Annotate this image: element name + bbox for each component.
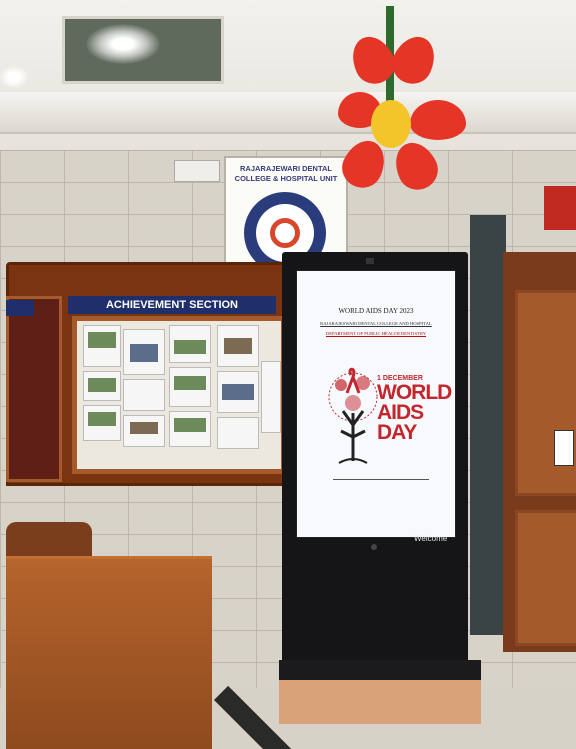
pinned-notice <box>83 371 121 401</box>
notice-board-title: ACHIEVEMENT SECTION <box>68 296 276 314</box>
kiosk-power-button[interactable] <box>371 544 377 550</box>
pinned-notice <box>83 405 121 441</box>
pinned-notice <box>123 379 165 411</box>
ribbon-tree-illustration <box>328 367 378 464</box>
pinned-notice <box>217 371 259 413</box>
photo-scene: RAJARAJEWARI DENTAL COLLEGE & HOSPITAL U… <box>0 0 576 749</box>
notice-board-left-header <box>6 300 34 316</box>
screen-word-world: WORLD <box>377 381 452 404</box>
screen-title: WORLD AIDS DAY 2023 <box>338 307 414 315</box>
wheel-emblem <box>270 218 300 248</box>
ceiling-light-left <box>0 66 28 88</box>
pinned-notice <box>83 325 121 367</box>
pinned-notice <box>123 415 165 447</box>
door-panel-lower <box>515 510 576 646</box>
door-push-sign <box>554 430 574 466</box>
chair-back <box>6 522 92 558</box>
pinned-notice <box>123 329 165 375</box>
pinned-notice <box>261 361 281 433</box>
college-sign-line2: COLLEGE & HOSPITAL UNIT <box>234 174 338 183</box>
pinned-notice <box>169 411 211 447</box>
college-sign-line1: RAJARAJEWARI DENTAL <box>240 164 332 173</box>
kiosk-base-top <box>279 660 481 682</box>
kiosk-screen[interactable]: WORLD AIDS DAY 2023 RAJARAJESWARI DENTAL… <box>296 270 456 538</box>
notice-board-left-panel <box>6 296 62 482</box>
screen-word-day: DAY <box>377 421 417 444</box>
flower-center <box>371 100 411 148</box>
college-sign-text: RAJARAJEWARI DENTAL COLLEGE & HOSPITAL U… <box>230 164 342 184</box>
ceiling-light <box>86 24 160 64</box>
screen-word-aids: AIDS <box>377 401 424 424</box>
pinned-notice <box>169 325 211 363</box>
wooden-desk <box>6 556 212 749</box>
pinned-notice <box>217 325 259 367</box>
pinned-notice <box>169 367 211 407</box>
pinned-notice <box>217 417 259 449</box>
notice-board-pinboard <box>72 316 286 474</box>
kiosk-welcome-text: Welcome <box>414 534 448 543</box>
ceiling-beam <box>0 92 576 134</box>
flower-petal <box>410 100 466 140</box>
screen-department: DEPARTMENT OF PUBLIC HEALTH DENTISTRY <box>325 331 427 336</box>
dark-pillar <box>470 215 506 635</box>
wall-switch-box <box>174 160 220 182</box>
fire-alarm-box <box>544 186 576 230</box>
kiosk-wooden-base <box>279 680 481 724</box>
kiosk-camera <box>366 258 374 264</box>
screen-divider <box>333 479 429 480</box>
screen-college-name: RAJARAJESWARI DENTAL COLLEGE AND HOSPITA… <box>320 321 432 326</box>
